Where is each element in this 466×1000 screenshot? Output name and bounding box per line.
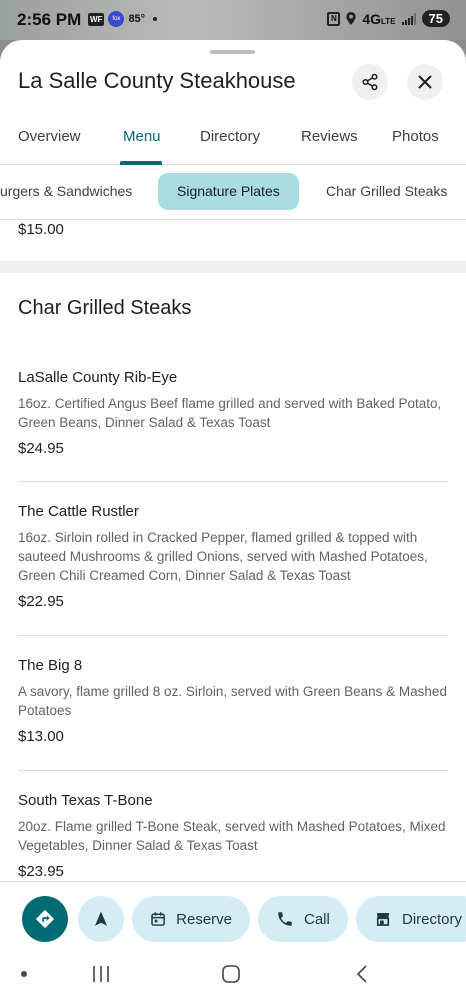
item-divider — [18, 481, 448, 482]
wf-app-icon: WF — [88, 12, 105, 26]
chip-char-grilled-steaks[interactable]: Char Grilled Steaks — [307, 173, 466, 210]
status-notification-icons: WF fox 85° — [88, 11, 158, 27]
share-button[interactable] — [352, 64, 388, 100]
network-type: 4GLTE — [362, 10, 396, 27]
tab-menu[interactable]: Menu — [123, 128, 161, 145]
directory-label: Directory — [402, 910, 463, 928]
menu-item-price: $13.00 — [18, 728, 64, 745]
share-icon — [362, 73, 378, 91]
status-time: 2:56 PM — [17, 10, 82, 29]
previous-item-price: $15.00 — [18, 221, 64, 238]
action-bar: Reserve Call Directory — [0, 881, 466, 953]
reserve-label: Reserve — [176, 910, 232, 928]
menu-item: The Cattle Rustler 16oz. Sirloin rolled … — [18, 503, 448, 610]
menu-item-name: The Big 8 — [18, 657, 83, 674]
menu-item-description: A savory, flame grilled 8 oz. Sirloin, s… — [18, 684, 447, 718]
menu-category-chips: urgers & Sandwiches Signature Plates Cha… — [0, 166, 466, 220]
menu-item: LaSalle County Rib-Eye 16oz. Certified A… — [18, 369, 448, 457]
reserve-button[interactable]: Reserve — [132, 896, 250, 942]
chip-burgers-sandwiches[interactable]: urgers & Sandwiches — [0, 173, 151, 210]
navigation-arrow-icon — [95, 911, 107, 926]
menu-item-price: $22.95 — [18, 593, 64, 610]
place-sheet: La Salle County Steakhouse Overview Menu… — [0, 40, 466, 1000]
close-button[interactable] — [407, 64, 443, 100]
status-system-icons: N 4GLTE 75 — [327, 10, 450, 27]
status-temperature: 85° — [128, 13, 146, 25]
menu-item-name: LaSalle County Rib-Eye — [18, 369, 178, 386]
signal-strength-icon — [401, 12, 416, 25]
item-divider — [18, 635, 448, 636]
directory-button[interactable]: Directory — [356, 896, 466, 942]
place-tabs: Overview Menu Directory Reviews Photos — [0, 120, 466, 165]
menu-item-description: 16oz. Sirloin rolled in Cracked Pepper, … — [18, 530, 428, 583]
start-navigation-button[interactable] — [78, 896, 124, 942]
call-label: Call — [304, 910, 330, 928]
menu-item-description: 16oz. Certified Angus Beef flame grilled… — [18, 396, 442, 430]
back-icon[interactable] — [352, 963, 374, 985]
menu-item-price: $24.95 — [18, 440, 64, 457]
tab-reviews[interactable]: Reviews — [301, 128, 358, 145]
calendar-icon — [151, 912, 165, 926]
nfc-icon: N — [327, 11, 341, 26]
menu-item-name: The Cattle Rustler — [18, 503, 139, 520]
tab-directory[interactable]: Directory — [200, 128, 260, 145]
close-icon — [418, 75, 432, 89]
assistant-dot-icon[interactable] — [20, 970, 28, 978]
location-icon — [346, 12, 356, 25]
menu-item-name: South Texas T-Bone — [18, 792, 153, 809]
phone-icon — [278, 912, 292, 926]
item-divider — [18, 770, 448, 771]
menu-list: $15.00 Char Grilled Steaks LaSalle Count… — [0, 221, 466, 881]
system-navigation-bar — [0, 953, 466, 1000]
fox-weather-icon: fox — [108, 11, 125, 27]
home-icon[interactable] — [220, 963, 242, 985]
menu-item-price: $23.95 — [18, 863, 64, 880]
call-button[interactable]: Call — [258, 896, 348, 942]
recent-apps-icon[interactable] — [90, 963, 112, 985]
tab-overview[interactable]: Overview — [18, 128, 81, 145]
status-bar: 2:56 PM WF fox 85° N 4GLTE 75 — [0, 0, 466, 40]
menu-item-description: 20oz. Flame grilled T-Bone Steak, served… — [18, 819, 446, 853]
sheet-drag-handle[interactable] — [210, 50, 255, 54]
section-title: Char Grilled Steaks — [18, 297, 192, 319]
menu-item: South Texas T-Bone 20oz. Flame grilled T… — [18, 792, 448, 880]
active-tab-indicator — [120, 161, 162, 165]
section-separator — [0, 261, 466, 273]
battery-indicator: 75 — [421, 10, 450, 27]
storefront-icon — [376, 913, 390, 926]
place-title: La Salle County Steakhouse — [18, 68, 296, 93]
chip-signature-plates[interactable]: Signature Plates — [158, 173, 299, 210]
directions-button[interactable] — [22, 896, 68, 942]
menu-item: The Big 8 A savory, flame grilled 8 oz. … — [18, 657, 448, 745]
more-notifications-dot-icon — [153, 17, 158, 21]
directions-icon — [35, 909, 55, 929]
tab-photos[interactable]: Photos — [392, 128, 439, 145]
